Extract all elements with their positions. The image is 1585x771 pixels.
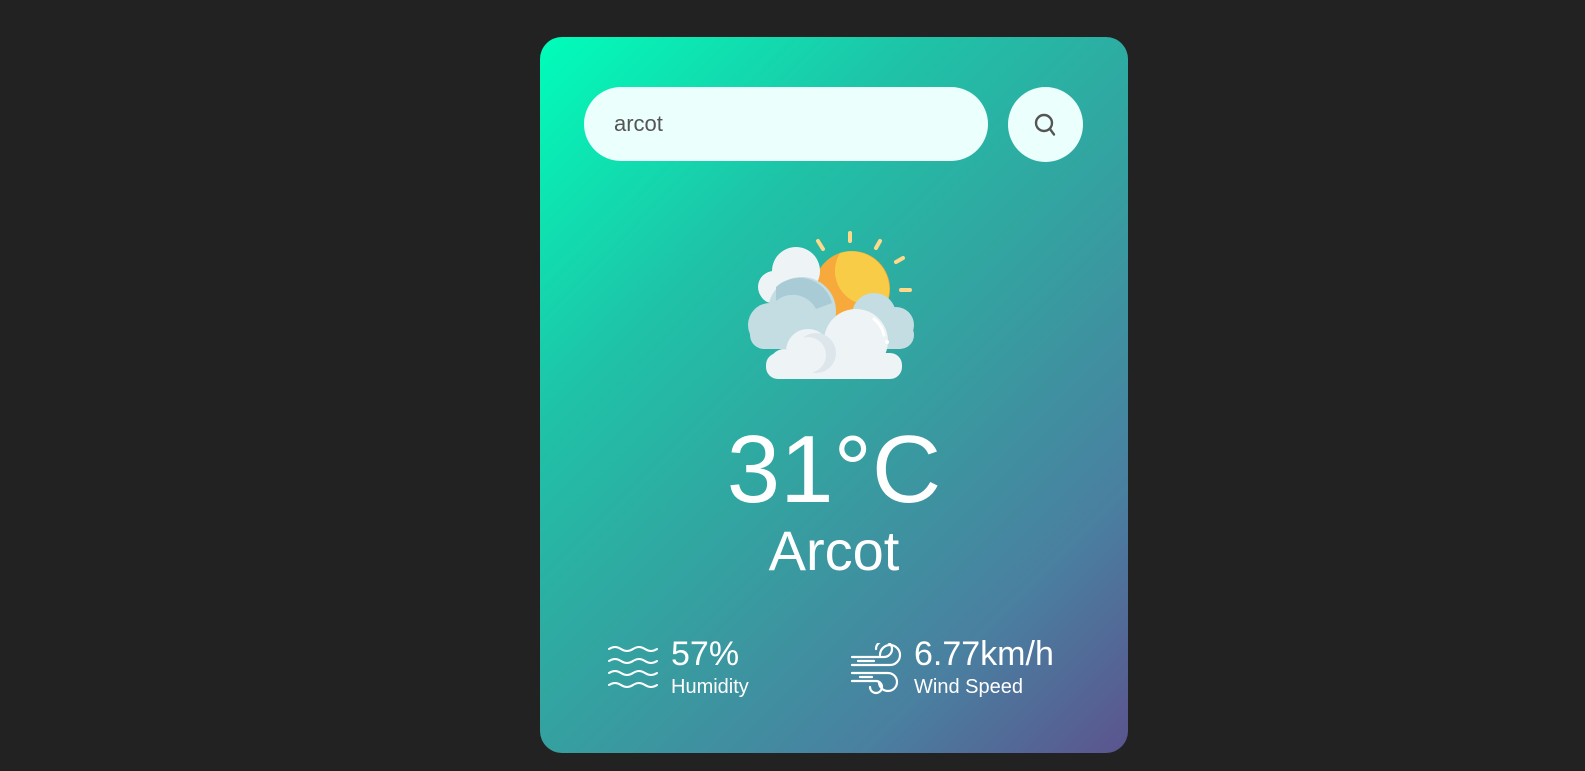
wind-stat: 6.77km/h Wind Speed bbox=[850, 635, 1054, 699]
search-icon bbox=[1033, 112, 1059, 138]
humidity-label: Humidity bbox=[671, 676, 749, 698]
humidity-waves-icon bbox=[607, 643, 659, 695]
search-input[interactable] bbox=[584, 87, 988, 161]
wind-speed-label: Wind Speed bbox=[914, 676, 1023, 698]
partly-cloudy-sun-icon bbox=[746, 229, 916, 379]
search-button[interactable] bbox=[1008, 87, 1083, 162]
wind-speed-value: 6.77km/h bbox=[914, 635, 1054, 673]
humidity-value: 57% bbox=[671, 635, 740, 673]
wind-icon bbox=[850, 639, 902, 695]
weather-card: 31°C Arcot 57% Humidity bbox=[540, 37, 1128, 753]
humidity-stat: 57% Humidity bbox=[607, 635, 749, 699]
city-name: Arcot bbox=[768, 519, 900, 582]
temperature: 31°C bbox=[726, 416, 942, 523]
